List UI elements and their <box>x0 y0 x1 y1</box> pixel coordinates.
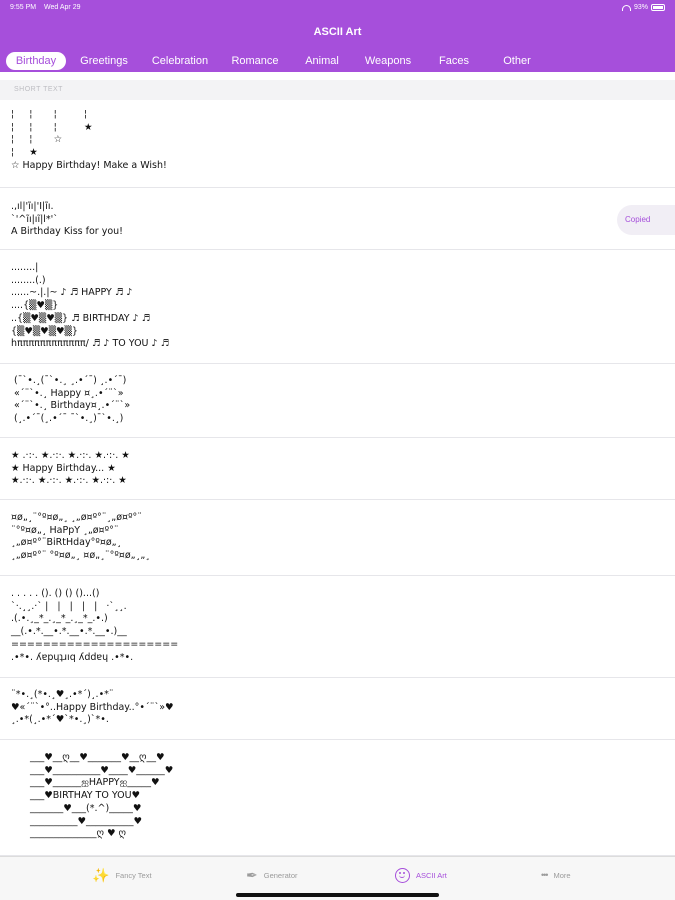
tab-greetings[interactable]: Greetings <box>74 52 134 70</box>
tab-faces[interactable]: Faces <box>430 52 478 70</box>
tab-animal[interactable]: Animal <box>295 52 349 70</box>
bottom-tab-label: More <box>553 870 571 880</box>
wifi-icon <box>621 4 631 11</box>
tab-other[interactable]: Other <box>494 52 540 70</box>
bottom-tab-label: Fancy Text <box>115 870 152 880</box>
status-right: 93% <box>621 4 665 11</box>
battery-percent: 93% <box>633 4 648 11</box>
bottom-tab-ascii-art[interactable]: ASCII Art <box>395 863 447 887</box>
ascii-art-text: ........| ........(.) ......~.|.|~ ♪ ♬ H… <box>11 262 170 350</box>
home-indicator <box>236 893 439 897</box>
list-item[interactable]: ★ .·:·. ★.·:·. ★.·:·. ★.·:·. ★ ★ Happy B… <box>0 438 675 500</box>
category-tabs: Birthday Greetings Celebration Romance A… <box>0 52 675 70</box>
bottom-tab-label: ASCII Art <box>416 870 447 880</box>
section-title: SHORT TEXT <box>14 86 63 93</box>
bottom-tab-generator[interactable]: ✒ Generator <box>246 863 298 887</box>
page-title: ASCII Art <box>313 26 362 38</box>
tab-birthday[interactable]: Birthday <box>6 52 66 70</box>
ascii-art-text: ¨*•.¸(*•.¸♥¸.•*´)¸.•*¨ ♥«´¨`•°..Happy Bi… <box>11 689 174 726</box>
feather-icon: ✒ <box>246 867 258 883</box>
bottom-tab-label: Generator <box>263 870 298 880</box>
ascii-art-list: ¦ ¦ ¦ ¦ ¦ ¦ ¦ ★ ¦ ¦ ☆ ¦ ★ ☆ Happy Birthd… <box>0 100 675 856</box>
section-header: SHORT TEXT <box>0 80 675 100</box>
tab-romance[interactable]: Romance <box>225 52 285 70</box>
bottom-tab-more[interactable]: ••• More <box>541 863 571 887</box>
list-item[interactable]: ........| ........(.) ......~.|.|~ ♪ ♬ H… <box>0 250 675 364</box>
copied-badge: Copied <box>617 205 675 235</box>
tab-weapons[interactable]: Weapons <box>358 52 418 70</box>
list-item[interactable]: . . . . . (). () () ()...() `·.¸¸.·` | |… <box>0 576 675 678</box>
list-item[interactable]: ¤ø„¸¨°º¤ø„¸ ¸„ø¤º°¨¸„ø¤º°¨ ¨°º¤ø„¸ HaPpY… <box>0 500 675 576</box>
bottom-tab-fancy-text[interactable]: ✨ Fancy Text <box>92 863 152 887</box>
status-bar: 9:55 PM Wed Apr 29 93% <box>0 0 675 16</box>
ascii-art-text: (¯`•.¸(¯`•.¸ ¸.•´¯) ¸.•´¯) «´¨`•.¸ Happy… <box>14 375 131 425</box>
more-icon: ••• <box>541 870 549 880</box>
list-item[interactable]: ¨*•.¸(*•.¸♥¸.•*´)¸.•*¨ ♥«´¨`•°..Happy Bi… <box>0 678 675 740</box>
status-date: Wed Apr 29 <box>44 4 81 11</box>
tab-celebration[interactable]: Celebration <box>146 52 214 70</box>
list-item[interactable]: (¯`•.¸(¯`•.¸ ¸.•´¯) ¸.•´¯) «´¨`•.¸ Happy… <box>0 364 675 438</box>
ascii-art-text: ¦ ¦ ¦ ¦ ¦ ¦ ¦ ★ ¦ ¦ ☆ ¦ ★ ☆ Happy Birthd… <box>11 109 167 171</box>
ascii-art-text: ___♥__ღ__♥_______♥__ღ__♥ ___♥__________♥… <box>30 752 174 840</box>
ascii-art-text: . . . . . (). () () ()...() `·.¸¸.·` | |… <box>11 588 179 663</box>
smile-icon <box>395 867 410 883</box>
status-left: 9:55 PM Wed Apr 29 <box>10 4 86 11</box>
ascii-art-text: ¤ø„¸¨°º¤ø„¸ ¸„ø¤º°¨¸„ø¤º°¨ ¨°º¤ø„¸ HaPpY… <box>11 512 151 562</box>
app-header: 9:55 PM Wed Apr 29 93% ASCII Art Birthda… <box>0 0 675 72</box>
status-time: 9:55 PM <box>10 4 37 11</box>
list-item[interactable]: .,ıl|'ĩı|'I|ĩı. `'^ĩı|ıĩ|l*'` A Birthday… <box>0 188 675 250</box>
ascii-art-text: ★ .·:·. ★.·:·. ★.·:·. ★.·:·. ★ ★ Happy B… <box>11 450 130 487</box>
battery-icon <box>651 4 665 11</box>
list-item[interactable]: ¦ ¦ ¦ ¦ ¦ ¦ ¦ ★ ¦ ¦ ☆ ¦ ★ ☆ Happy Birthd… <box>0 100 675 188</box>
ascii-art-text: .,ıl|'ĩı|'I|ĩı. `'^ĩı|ıĩ|l*'` A Birthday… <box>11 201 123 238</box>
list-item[interactable]: ___♥__ღ__♥_______♥__ღ__♥ ___♥__________♥… <box>0 740 675 856</box>
magic-wand-icon: ✨ <box>92 867 110 883</box>
